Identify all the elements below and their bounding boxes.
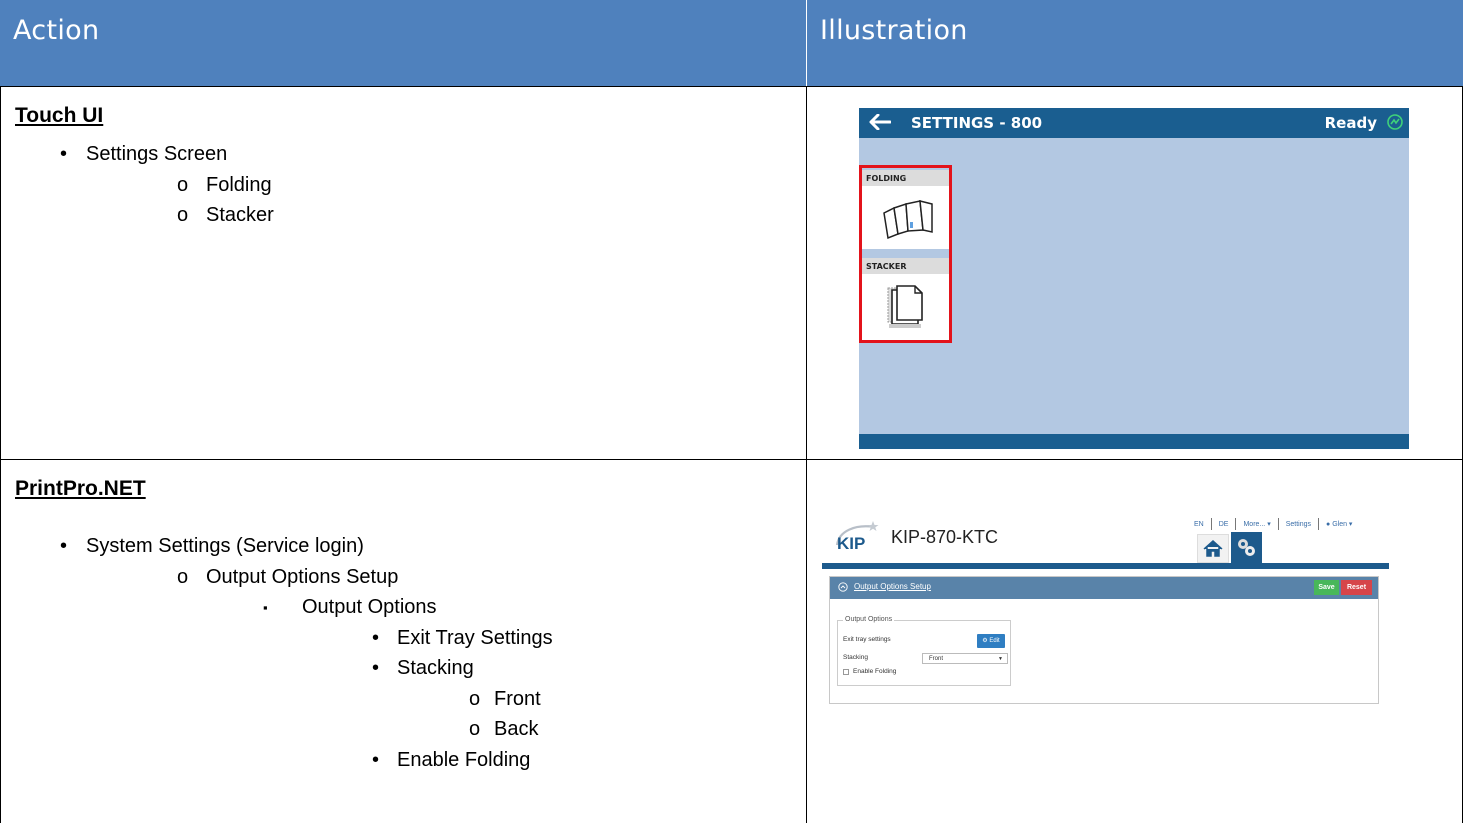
nav-lang-en[interactable]: EN — [1194, 521, 1204, 528]
top-nav: EN DE More... ▾ Settings ● Glen ▾ — [1194, 518, 1352, 530]
list-bullet: o — [469, 687, 481, 710]
panel-header: Output Options Setup Save Reset — [830, 577, 1378, 599]
home-icon — [1203, 539, 1223, 557]
tile-gap — [862, 249, 949, 258]
touch-ui-screenshot: SETTINGS - 800 Ready FOLDING STACKER — [859, 108, 1409, 449]
list-item: Stacker — [206, 204, 274, 226]
kip-logo: KIP — [835, 521, 879, 553]
enable-folding-label: Enable Folding — [853, 668, 897, 675]
panel-title[interactable]: Output Options Setup — [854, 582, 931, 591]
collapse-chevron-icon[interactable] — [838, 582, 848, 592]
save-button[interactable]: Save — [1314, 580, 1339, 595]
header-divider — [806, 0, 807, 86]
list-item: System Settings (Service login) — [86, 535, 364, 557]
highlighted-tiles: FOLDING STACKER — [859, 165, 952, 343]
list-item: Stacking — [397, 657, 474, 679]
stacking-label: Stacking — [843, 654, 868, 661]
reset-button[interactable]: Reset — [1341, 580, 1372, 595]
section-title-printpro: PrintPro.NET — [15, 477, 146, 500]
touch-bottom-bar — [859, 434, 1409, 449]
list-bullet: o — [177, 204, 189, 226]
table-row-divider — [0, 459, 1463, 460]
printpro-screenshot: KIP KIP-870-KTC EN DE More... ▾ Settings ● G… — [822, 512, 1389, 707]
fieldset-legend: Output Options — [843, 616, 895, 623]
touch-title: SETTINGS - 800 — [911, 114, 1043, 132]
section-title-touch-ui: Touch UI — [15, 104, 104, 127]
stacking-select[interactable]: Front ▼ — [922, 653, 1008, 664]
edit-exit-tray-button[interactable]: ⚙ Edit — [977, 634, 1005, 648]
tile-label-stacker: STACKER — [862, 258, 949, 274]
list-item: Enable Folding — [397, 748, 531, 771]
list-bullet: • — [372, 748, 380, 771]
select-caret-icon: ▼ — [998, 656, 1003, 662]
stacker-icon — [887, 285, 923, 328]
nav-settings[interactable]: Settings — [1286, 521, 1311, 528]
list-item: Exit Tray Settings — [397, 626, 553, 649]
list-bullet: • — [60, 535, 68, 557]
tile-label-folding: FOLDING — [862, 170, 949, 186]
list-item: Folding — [206, 173, 272, 196]
output-options-fieldset: Output Options Exit tray settings ⚙ Edit… — [837, 616, 1011, 686]
nav-underline-bar — [822, 563, 1389, 569]
home-tab[interactable] — [1197, 534, 1229, 563]
table-border-left — [0, 86, 1, 823]
list-bullet: • — [372, 657, 380, 679]
kip-logo-text: KIP — [837, 534, 865, 553]
stacker-tile[interactable] — [862, 274, 949, 340]
back-arrow-icon — [869, 114, 891, 130]
nav-user[interactable]: Glen ▾ — [1332, 521, 1352, 528]
nav-more[interactable]: More... ▾ — [1243, 521, 1270, 528]
list-item: Front — [494, 687, 541, 710]
list-bullet: o — [469, 718, 481, 740]
table-column-divider — [806, 86, 807, 823]
header-illustration: Illustration — [807, 0, 1463, 86]
enable-folding-checkbox[interactable] — [843, 669, 849, 675]
list-item: Back — [494, 718, 539, 740]
list-item: Output Options Setup — [206, 565, 399, 588]
printer-model: KIP-870-KTC — [891, 527, 999, 547]
folding-icon — [883, 200, 933, 240]
folding-tile[interactable] — [862, 186, 949, 249]
stacking-value: Front — [929, 656, 944, 662]
exit-tray-label: Exit tray settings — [843, 636, 891, 643]
list-item: Output Options — [302, 596, 437, 618]
output-options-panel: Output Options Setup Save Reset Output O… — [829, 576, 1379, 704]
settings-gears-icon — [1238, 539, 1255, 556]
list-item: Settings Screen — [86, 143, 228, 165]
ready-status-icon — [1387, 114, 1403, 130]
list-bullet: • — [60, 143, 68, 165]
header-action: Action — [0, 0, 806, 86]
table-header-bottom-border — [0, 86, 1463, 87]
touch-status: Ready — [1324, 114, 1377, 132]
settings-tab[interactable] — [1231, 532, 1262, 563]
list-bullet: o — [177, 565, 189, 588]
list-bullet: ▪ — [263, 600, 268, 615]
nav-lang-de[interactable]: DE — [1219, 521, 1229, 528]
list-bullet: o — [177, 173, 189, 196]
list-bullet: • — [372, 626, 380, 649]
